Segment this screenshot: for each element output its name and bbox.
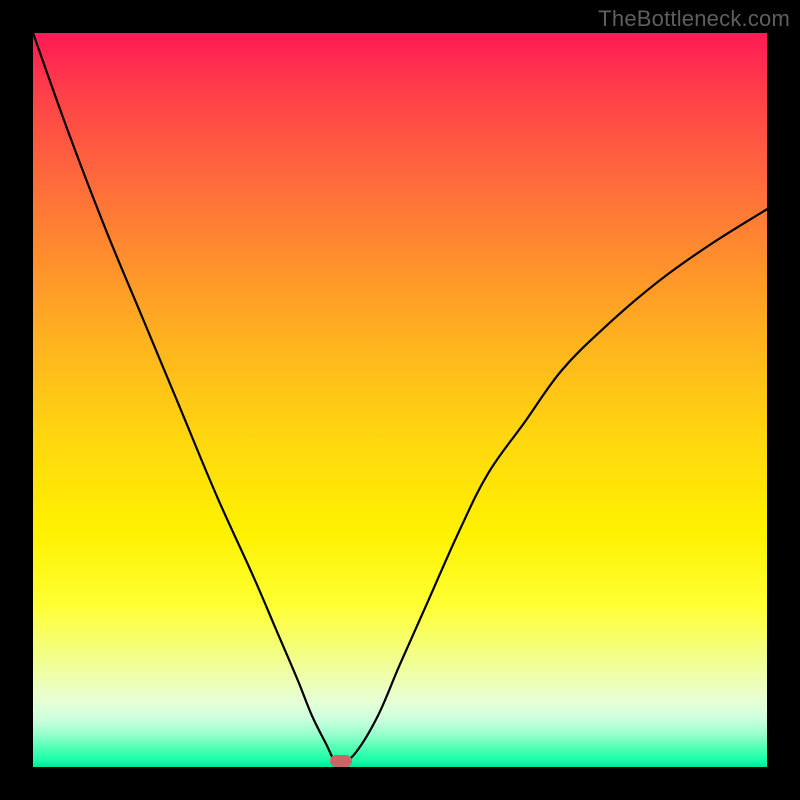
optimal-point-marker xyxy=(330,755,352,767)
plot-area xyxy=(33,33,767,767)
watermark-text: TheBottleneck.com xyxy=(598,6,790,32)
bottleneck-curve xyxy=(33,33,767,767)
curve-path xyxy=(33,33,767,764)
chart-frame: TheBottleneck.com xyxy=(0,0,800,800)
